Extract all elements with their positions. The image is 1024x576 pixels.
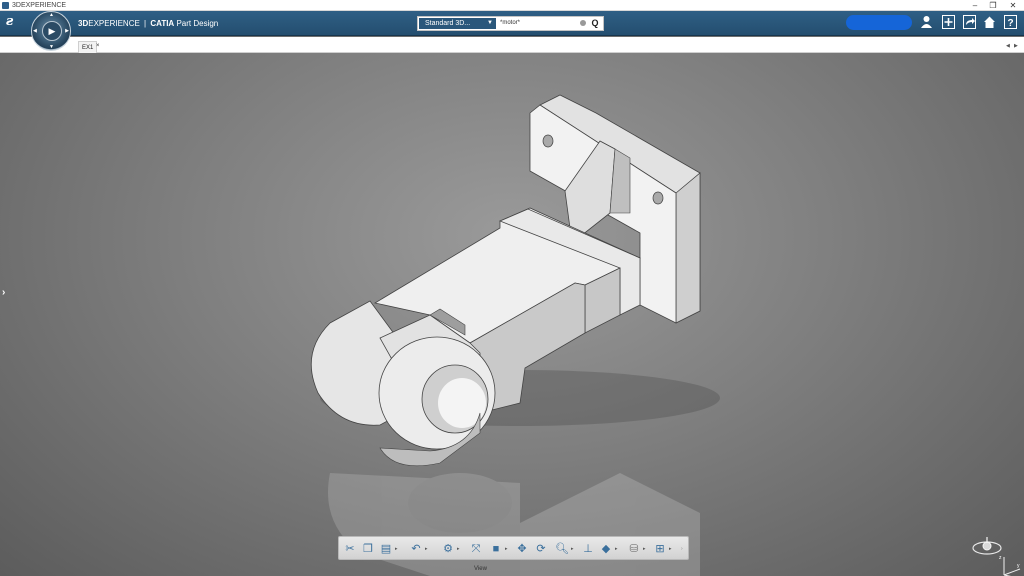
compass-north-mark: ▲ — [49, 12, 54, 18]
brand-main: EXPERIENCE — [88, 19, 140, 28]
minimize-button[interactable]: – — [966, 0, 984, 11]
compass-widget[interactable]: ▲ ◀ ▶ ▼ ▶ — [31, 11, 71, 51]
iso-menu-chevron-icon[interactable]: ▸ — [615, 546, 618, 552]
zoom-icon[interactable]: 🔍︎ — [555, 542, 569, 556]
clear-search-icon[interactable] — [580, 20, 586, 26]
brand-separator: | — [144, 19, 147, 28]
copy-icon[interactable]: ❐ — [361, 542, 375, 556]
paste-menu-chevron-icon[interactable]: ▸ — [395, 546, 398, 552]
flange-hole-top-left — [542, 134, 554, 148]
pan-icon[interactable]: ✥ — [515, 542, 529, 556]
chevron-down-icon: ▼ — [487, 20, 493, 26]
cylinder-icon[interactable]: ⛁ — [627, 542, 641, 556]
flange-hole-top-right — [652, 191, 664, 205]
app-logo-icon — [2, 2, 9, 9]
help-icon[interactable]: ? — [1003, 15, 1018, 31]
action-bar-section-dots[interactable] — [536, 569, 623, 572]
os-title-bar: 3DEXPERIENCE – ❐ ✕ — [0, 0, 1024, 11]
app-brand: 3DEXPERIENCE | CATIA Part Design — [78, 11, 218, 36]
normal-view-icon[interactable]: ⊥ — [581, 542, 595, 556]
window-title: 3DEXPERIENCE — [12, 2, 67, 9]
search-scope-dropdown[interactable]: Standard 3D... ▼ — [419, 18, 496, 29]
search-bar: Standard 3D... ▼ Q — [417, 16, 604, 31]
dassault-logo-icon: ƨ — [6, 14, 14, 29]
brand-app: Part Design — [176, 19, 219, 28]
cut-icon[interactable]: ✂ — [343, 542, 357, 556]
action-bar: ✂ ❐ ▤ ▸ ↶ ▸ ⚙ ▸ ⤧ ■ ▸ ✥ ⟳ 🔍︎ ▸ ⊥ ◆ ▸ ⛁ ▸… — [338, 536, 689, 560]
cylinder-menu-chevron-icon[interactable]: ▸ — [643, 546, 646, 552]
3d-viewport[interactable]: › z y — [0, 53, 1024, 576]
multi-view-menu-chevron-icon[interactable]: ▸ — [669, 546, 672, 552]
tab-next-icon[interactable]: ▶ — [1014, 43, 1018, 49]
play-icon[interactable]: ▶ — [42, 21, 62, 41]
app-header: ƨ 3DEXPERIENCE | CATIA Part Design Stand… — [0, 11, 1024, 36]
model-reflection — [328, 473, 700, 576]
share-icon[interactable] — [962, 15, 977, 31]
toolbar-more-icon[interactable]: › — [681, 546, 683, 552]
render-menu-chevron-icon[interactable]: ▸ — [457, 546, 460, 552]
restore-button[interactable]: ❐ — [984, 0, 1002, 11]
fit-all-icon[interactable]: ⤧ — [469, 542, 483, 556]
tab-ex1[interactable]: EX1 — [78, 41, 98, 53]
iso-view-icon[interactable]: ◆ — [599, 542, 613, 556]
plus-icon[interactable] — [941, 15, 956, 31]
brand-product: CATIA — [150, 19, 175, 28]
svg-text:y: y — [1017, 563, 1020, 569]
render-style-icon[interactable]: ⚙ — [441, 542, 455, 556]
view-cube-icon[interactable]: ■ — [489, 542, 503, 556]
rotate-icon[interactable]: ⟳ — [534, 542, 548, 556]
undo-icon[interactable]: ↶ — [409, 542, 423, 556]
user-icon[interactable] — [919, 15, 934, 31]
search-icon[interactable]: Q — [588, 17, 602, 30]
side-panel-expand-icon[interactable]: › — [2, 287, 5, 298]
multi-view-icon[interactable]: ⊞ — [653, 542, 667, 556]
axis-triad-icon: z y — [999, 555, 1021, 576]
search-scope-label: Standard 3D... — [425, 20, 471, 27]
search-input[interactable] — [498, 17, 578, 30]
undo-menu-chevron-icon[interactable]: ▸ — [425, 546, 428, 552]
compass-south-mark: ▼ — [49, 44, 54, 50]
flange-side-face — [675, 172, 701, 324]
paste-icon[interactable]: ▤ — [379, 542, 393, 556]
user-name-badge[interactable] — [846, 15, 912, 30]
home-icon[interactable] — [982, 15, 997, 31]
close-window-button[interactable]: ✕ — [1004, 0, 1022, 11]
svg-text:?: ? — [1007, 18, 1013, 29]
svg-text:z: z — [999, 555, 1002, 561]
zoom-menu-chevron-icon[interactable]: ▸ — [571, 546, 574, 552]
brand-prefix: 3D — [78, 19, 89, 28]
tab-prev-icon[interactable]: ◀ — [1006, 43, 1010, 49]
tab-bar: EX1 × ◀ ▶ — [0, 37, 1024, 53]
action-bar-section-label[interactable]: View — [474, 566, 487, 572]
view-menu-chevron-icon[interactable]: ▸ — [505, 546, 508, 552]
compass-east-mark: ▶ — [65, 28, 69, 34]
compass-west-mark: ◀ — [33, 28, 37, 34]
part-model[interactable] — [0, 53, 1024, 576]
tab-label: EX1 — [82, 45, 94, 51]
tab-close-icon[interactable]: × — [96, 43, 100, 49]
